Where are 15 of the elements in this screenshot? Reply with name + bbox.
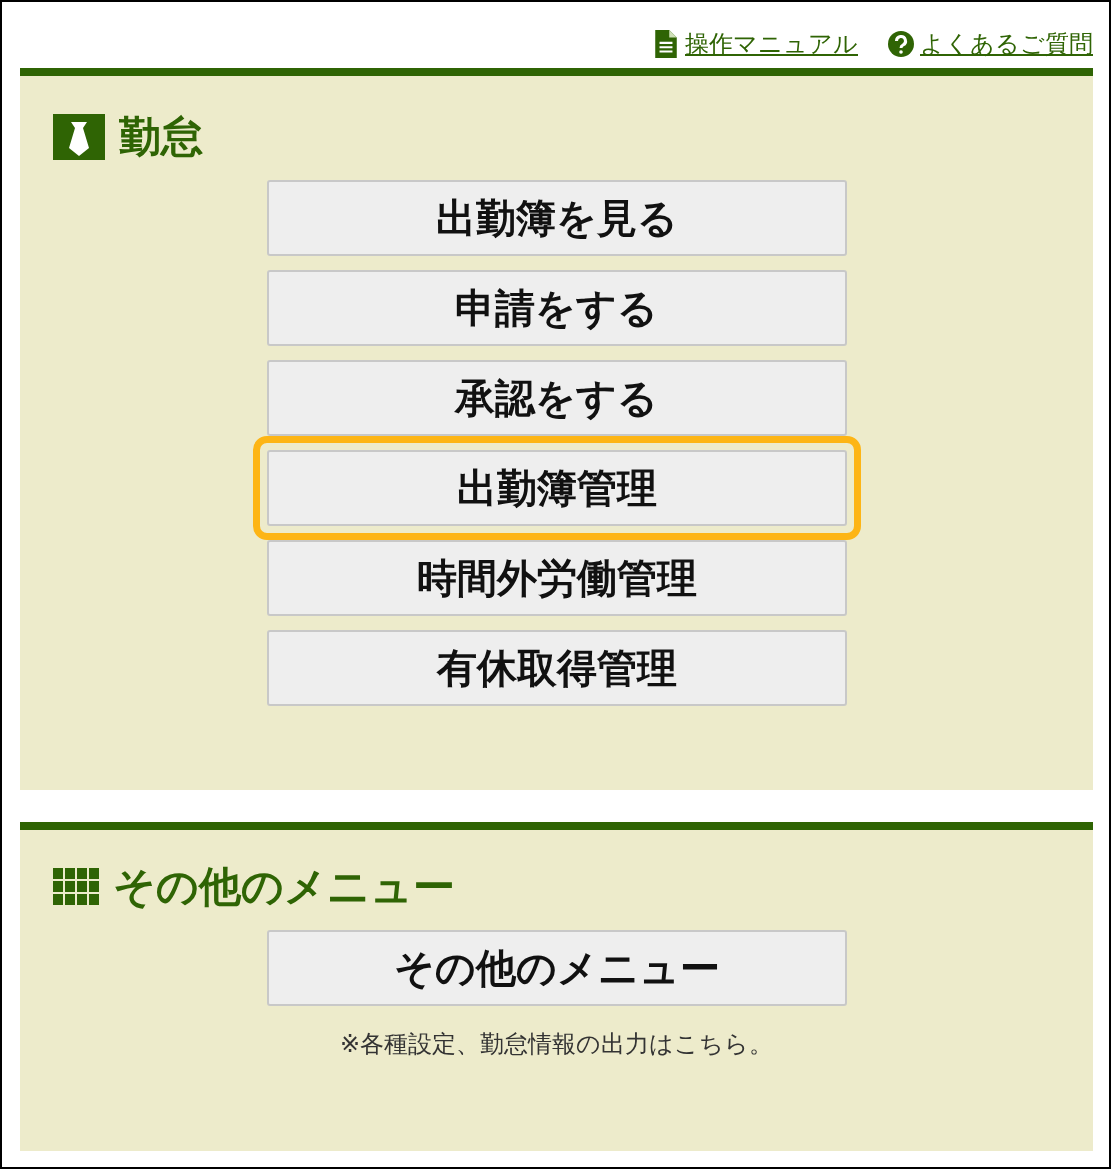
- menu-button[interactable]: 出勤簿を見る: [266, 180, 847, 256]
- menu-button[interactable]: 出勤簿管理: [266, 450, 847, 526]
- menu-button[interactable]: 承認をする: [266, 360, 847, 436]
- menu-button[interactable]: 申請をする: [266, 270, 847, 346]
- manual-link[interactable]: 操作マニュアル: [653, 28, 858, 60]
- help-icon: [888, 30, 914, 58]
- grid-icon: [53, 868, 99, 906]
- menu-button[interactable]: 時間外労働管理: [266, 540, 847, 616]
- section-title: その他のメニュー: [113, 861, 455, 913]
- section-title: 勤怠: [119, 111, 203, 163]
- menu-button[interactable]: 有休取得管理: [266, 630, 847, 706]
- document-icon: [653, 30, 679, 58]
- necktie-icon: [53, 114, 105, 160]
- menu-button[interactable]: その他のメニュー: [266, 930, 847, 1006]
- note-text: ※各種設定、勤怠情報の出力はこちら。: [338, 1029, 775, 1060]
